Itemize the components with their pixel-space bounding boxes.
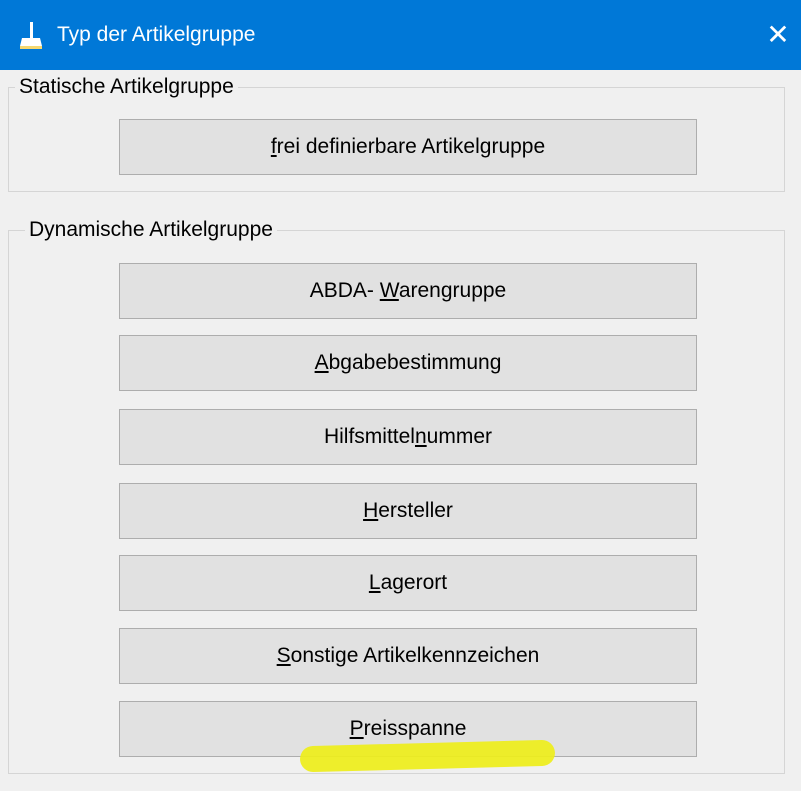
abda-product-group-button[interactable]: ABDA- Warengruppe [119, 263, 697, 319]
button-label: ersteller [378, 499, 453, 522]
button-mnemonic: P [349, 717, 364, 740]
button-mnemonic: n [414, 425, 427, 448]
button-label: arengruppe [398, 279, 507, 302]
static-group-label: Statische Artikelgruppe [15, 74, 238, 100]
broom-icon [18, 20, 44, 50]
close-icon: ✕ [766, 19, 790, 50]
title-bar: Typ der Artikelgruppe ✕ [0, 0, 801, 70]
storage-location-button[interactable]: Lagerort [119, 555, 697, 611]
button-label: agerort [380, 571, 448, 594]
dynamic-group: Dynamische Artikelgruppe ABDA- Warengrup… [8, 217, 785, 774]
window-title: Typ der Artikelgruppe [57, 23, 256, 46]
dispensing-rule-button[interactable]: Abgabebestimmung [119, 335, 697, 391]
button-label-prefix: ABDA- [309, 279, 380, 302]
button-label: rei definierbare Artikelgruppe [276, 135, 546, 158]
highlighter-mark [299, 739, 556, 773]
button-mnemonic: S [276, 644, 291, 667]
button-mnemonic: L [368, 571, 381, 594]
price-range-button[interactable]: Preisspanne [119, 701, 697, 773]
button-label-wrap: Preisspanne [350, 717, 467, 740]
aid-number-button[interactable]: Hilfsmittelnummer [119, 409, 697, 465]
button-label: bgabebestimmung [328, 351, 502, 374]
dynamic-group-label: Dynamische Artikelgruppe [25, 217, 277, 243]
button-label: onstige Artikelkennzeichen [290, 644, 540, 667]
button-label: ummer [426, 425, 493, 448]
close-button[interactable]: ✕ [755, 0, 801, 70]
button-mnemonic: W [379, 279, 399, 302]
other-article-flags-button[interactable]: Sonstige Artikelkennzeichen [119, 628, 697, 684]
free-definable-group-button[interactable]: frei definierbare Artikelgruppe [119, 119, 697, 175]
button-label-prefix: Hilfsmittel [323, 425, 415, 448]
static-group: Statische Artikelgruppe frei definierbar… [8, 74, 785, 192]
button-mnemonic: H [363, 499, 379, 522]
button-label: reisspanne [363, 717, 467, 740]
button-mnemonic: A [314, 351, 329, 374]
manufacturer-button[interactable]: Hersteller [119, 483, 697, 539]
